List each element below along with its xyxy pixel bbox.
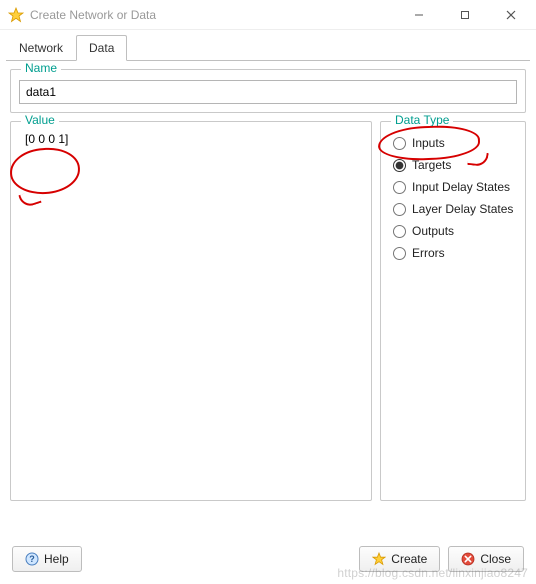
help-button-label: Help <box>44 552 69 566</box>
button-bar: ? Help Create Close <box>0 538 536 584</box>
value-textarea[interactable]: [0 0 0 1] <box>19 128 363 490</box>
tab-content-data: Name Value [0 0 0 1] Data Type Inputs Ta… <box>0 61 536 515</box>
create-star-icon <box>372 552 386 566</box>
radio-input-delay-states-input[interactable] <box>393 181 406 194</box>
close-button-label: Close <box>480 552 511 566</box>
close-button[interactable]: Close <box>448 546 524 572</box>
datatype-group: Data Type Inputs Targets Input Delay Sta… <box>380 121 526 501</box>
radio-errors-input[interactable] <box>393 247 406 260</box>
tab-data[interactable]: Data <box>76 35 127 61</box>
radio-input-delay-states[interactable]: Input Delay States <box>393 180 517 194</box>
radio-errors[interactable]: Errors <box>393 246 517 260</box>
name-group: Name <box>10 69 526 113</box>
window-title: Create Network or Data <box>30 8 156 22</box>
name-legend: Name <box>21 61 61 75</box>
radio-inputs[interactable]: Inputs <box>393 136 517 150</box>
help-button[interactable]: ? Help <box>12 546 82 572</box>
radio-inputs-label: Inputs <box>412 136 445 150</box>
window-maximize-button[interactable] <box>442 0 488 30</box>
radio-targets-label: Targets <box>412 158 451 172</box>
radio-outputs[interactable]: Outputs <box>393 224 517 238</box>
create-button-label: Create <box>391 552 427 566</box>
help-icon: ? <box>25 552 39 566</box>
radio-input-delay-states-label: Input Delay States <box>412 180 510 194</box>
radio-layer-delay-states-input[interactable] <box>393 203 406 216</box>
radio-outputs-label: Outputs <box>412 224 454 238</box>
tab-network[interactable]: Network <box>6 35 76 61</box>
window-close-button[interactable] <box>488 0 534 30</box>
radio-errors-label: Errors <box>412 246 445 260</box>
tab-strip: Network Data <box>0 30 536 60</box>
app-star-icon <box>8 7 24 23</box>
radio-outputs-input[interactable] <box>393 225 406 238</box>
name-input[interactable] <box>19 80 517 104</box>
datatype-legend: Data Type <box>391 113 453 127</box>
radio-layer-delay-states[interactable]: Layer Delay States <box>393 202 517 216</box>
radio-inputs-input[interactable] <box>393 137 406 150</box>
value-group: Value [0 0 0 1] <box>10 121 372 501</box>
radio-layer-delay-states-label: Layer Delay States <box>412 202 513 216</box>
close-x-icon <box>461 552 475 566</box>
svg-text:?: ? <box>29 554 35 564</box>
title-bar: Create Network or Data <box>0 0 536 30</box>
value-legend: Value <box>21 113 59 127</box>
create-button[interactable]: Create <box>359 546 440 572</box>
radio-targets-input[interactable] <box>393 159 406 172</box>
radio-targets[interactable]: Targets <box>393 158 517 172</box>
window-minimize-button[interactable] <box>396 0 442 30</box>
